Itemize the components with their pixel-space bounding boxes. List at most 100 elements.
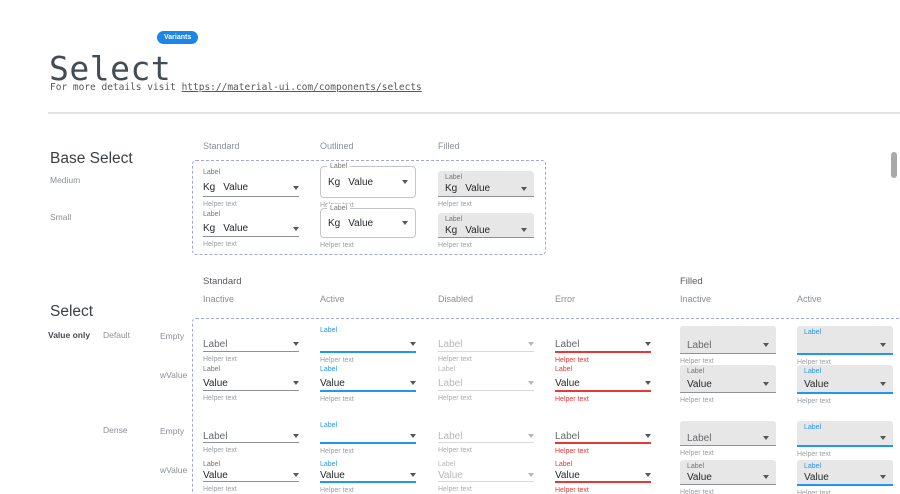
caret-down-icon [293, 186, 299, 190]
header-divider [48, 112, 900, 114]
select-helper-text: Helper text [320, 487, 416, 494]
select-helper-text: Helper text [203, 486, 299, 493]
select-helper-text: Helper text [555, 357, 651, 364]
select-value: Label [203, 339, 227, 350]
select-standard-error: LabelLabelHelper text [555, 326, 651, 364]
select-control[interactable]: Value [320, 469, 416, 483]
caret-down-icon [402, 221, 408, 225]
select-helper-text: Helper text [438, 201, 534, 208]
variants-badge: Variants [157, 31, 198, 44]
select-cell: LabelValueHelper text [555, 460, 651, 494]
select-floating-label: Label [203, 168, 299, 179]
caret-down-icon [880, 343, 886, 347]
select-floating-label: Label [320, 460, 416, 469]
select-control[interactable]: Value [438, 469, 534, 482]
select-control[interactable]: Value [203, 376, 299, 391]
select-control[interactable]: Label [687, 432, 769, 444]
select-cell: LabelHelper text [797, 326, 893, 366]
select-standard-inactive: LabelLabelHelper text [203, 326, 299, 363]
column-header: Standard [203, 141, 240, 151]
select-helper-text: Helper text [680, 489, 776, 494]
select-control[interactable]: Value [804, 377, 886, 391]
select-control[interactable]: Value [804, 471, 886, 483]
select-value: Value [465, 225, 490, 236]
select-helper-text: Helper text [680, 358, 776, 365]
select-helper-text: Helper text [438, 242, 534, 249]
row-variant-label: Empty [160, 331, 184, 341]
select-filled-inactive-dense: LabelValue Helper text [680, 460, 776, 494]
docs-link[interactable]: https://material-ui.com/components/selec… [182, 82, 422, 93]
select-control[interactable] [320, 337, 416, 353]
select-value: Value [223, 182, 248, 193]
select-value: Value [320, 378, 345, 389]
select-control[interactable]: Value [555, 376, 651, 392]
select-control[interactable]: Label [438, 337, 534, 352]
select-cell: LabelValueHelper text [438, 460, 534, 493]
select-cell: LabelKgValueHelper text [203, 166, 299, 208]
select-control[interactable] [320, 430, 416, 444]
select-control[interactable]: Value [687, 377, 769, 391]
select-value: Value [203, 470, 228, 481]
select-control[interactable]: Label [555, 430, 651, 444]
select-standard-disabled: LabelLabelHelper text [438, 365, 534, 402]
select-cell: LabelLabelHelper text [203, 421, 299, 454]
select-control[interactable]: KgValue [445, 182, 527, 195]
select-control[interactable]: Label [555, 337, 651, 353]
select-control[interactable]: Label [438, 376, 534, 391]
select-floating-label: Label [327, 162, 350, 171]
select-control[interactable]: Value [320, 376, 416, 392]
select-helper-text: Helper text [797, 490, 893, 494]
select-control[interactable]: Label [203, 337, 299, 352]
select-control[interactable]: Label [203, 430, 299, 443]
select-control[interactable] [804, 432, 886, 444]
select-control[interactable]: Label [687, 338, 769, 352]
row-density-label: Dense [103, 425, 128, 435]
caret-down-icon [528, 342, 534, 346]
select-control[interactable]: Label [438, 430, 534, 443]
select-standard-disabled-dense: LabelLabelHelper text [438, 421, 534, 454]
select-floating-label: Label [438, 365, 534, 376]
select-adornment: Kg [445, 225, 457, 236]
select-floating-label: Label [320, 365, 416, 376]
select-control[interactable]: Value [555, 469, 651, 483]
select-floating-label: Label [203, 365, 299, 376]
select-standard-disabled-dense: LabelValueHelper text [438, 460, 534, 493]
subtitle: For more details visit https://material-… [50, 82, 422, 93]
select-value: Label [438, 431, 462, 442]
select-cell: LabelKgValueHelper text [203, 208, 299, 248]
caret-down-icon [293, 342, 299, 346]
select-control[interactable]: Value [687, 471, 769, 483]
select-value: Value [804, 472, 829, 483]
caret-down-icon [528, 473, 534, 477]
caret-down-icon [293, 381, 299, 385]
select-value: Value [555, 470, 580, 481]
select-control[interactable]: Kg Value [445, 224, 527, 236]
select-helper-text: Helper text [680, 450, 776, 457]
select-control[interactable]: KgValue [203, 179, 299, 197]
select-helper-text: Helper text [320, 242, 416, 249]
caret-down-icon [763, 343, 769, 347]
select-helper-text: Helper text [555, 448, 651, 455]
select-control[interactable] [804, 338, 886, 352]
select-control[interactable]: Value [203, 469, 299, 482]
select-cell: LabelKgValueHelper text [320, 166, 416, 209]
select-control[interactable]: KgValue [328, 177, 408, 188]
select-cell: LabelValueHelper text [320, 365, 416, 403]
select-floating-label: Label [687, 462, 769, 471]
outlined-select-box: LabelKgValue [320, 166, 416, 198]
select-floating-label: Label [320, 421, 416, 430]
select-cell: LabelValue Helper text [680, 460, 776, 494]
select-standard-inactive: LabelKgValueHelper text [203, 166, 299, 208]
row-group-label: Value only [48, 330, 90, 340]
scrollbar-thumb[interactable] [891, 152, 897, 178]
select-control[interactable]: KgValue [328, 218, 408, 229]
caret-down-icon [880, 436, 886, 440]
select-helper-text: Helper text [680, 397, 776, 404]
select-filled-inactive: LabelKgValueHelper text [438, 171, 534, 208]
caret-down-icon [880, 382, 886, 386]
select-adornment: Kg [445, 183, 457, 194]
select-helper-text: Helper text [203, 356, 299, 363]
select-helper-text: Helper text [203, 447, 299, 454]
select-floating-label: Label [555, 460, 651, 469]
select-control[interactable]: KgValue [203, 221, 299, 237]
